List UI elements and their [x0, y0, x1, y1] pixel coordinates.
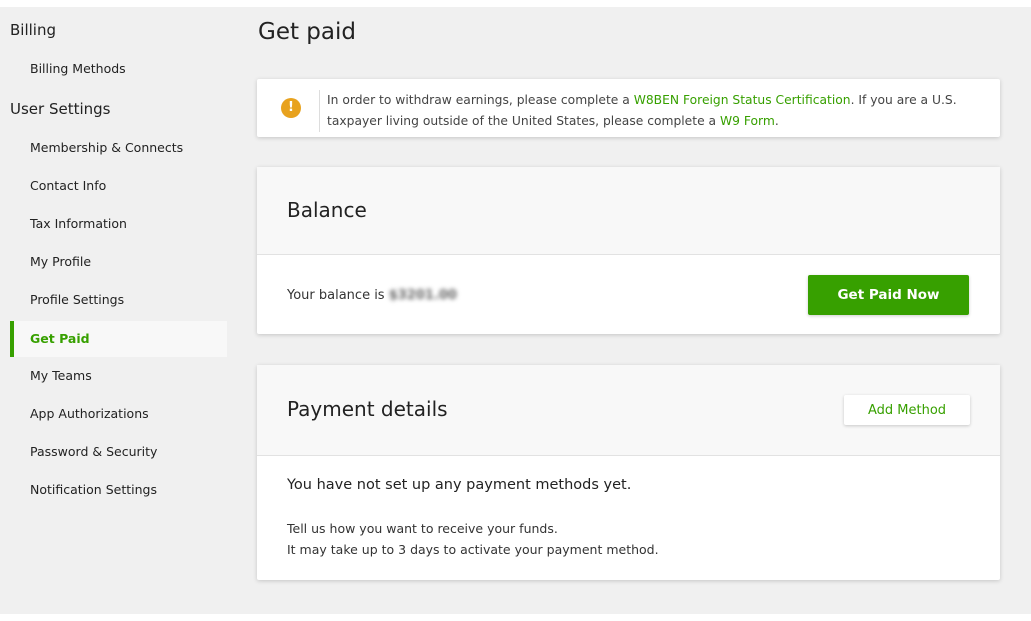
- balance-title: Balance: [287, 198, 367, 222]
- sidebar-heading-user-settings: User Settings: [10, 100, 111, 118]
- warning-icon: !: [281, 98, 301, 118]
- alert-divider: [319, 90, 320, 132]
- sidebar-item-get-paid[interactable]: Get Paid: [10, 321, 227, 357]
- sidebar-item-notification-settings[interactable]: Notification Settings: [10, 472, 227, 508]
- sidebar-item-billing-methods[interactable]: Billing Methods: [10, 51, 227, 87]
- payment-details-title: Payment details: [287, 397, 448, 421]
- alert-message: In order to withdraw earnings, please co…: [327, 93, 957, 128]
- balance-value: $3201.00: [388, 288, 457, 303]
- sidebar-item-tax-information[interactable]: Tax Information: [10, 206, 227, 242]
- add-method-button[interactable]: Add Method: [844, 395, 970, 425]
- balance-card: Balance Your balance is $3201.00 Get Pai…: [257, 167, 1000, 334]
- sidebar-item-contact-info[interactable]: Contact Info: [10, 168, 227, 204]
- sidebar-item-my-teams[interactable]: My Teams: [10, 358, 227, 394]
- tax-form-alert: ! In order to withdraw earnings, please …: [257, 79, 1000, 137]
- page-title: Get paid: [258, 19, 356, 45]
- sidebar-item-membership[interactable]: Membership & Connects: [10, 130, 227, 166]
- balance-text: Your balance is $3201.00: [287, 288, 457, 303]
- page: Billing Billing Methods User Settings Me…: [0, 7, 1031, 614]
- sidebar-heading-billing: Billing: [10, 21, 56, 39]
- sidebar-item-profile-settings[interactable]: Profile Settings: [10, 282, 227, 318]
- payment-info-line-1: Tell us how you want to receive your fun…: [287, 521, 558, 536]
- w9-form-link[interactable]: W9 Form: [720, 114, 775, 128]
- sidebar-item-password-security[interactable]: Password & Security: [10, 434, 227, 470]
- payment-info-line-2: It may take up to 3 days to activate you…: [287, 542, 659, 557]
- payment-details-card: Payment details Add Method You have not …: [257, 365, 1000, 580]
- balance-card-header: Balance: [257, 167, 1000, 255]
- sidebar-item-my-profile[interactable]: My Profile: [10, 244, 227, 280]
- w8ben-link[interactable]: W8BEN Foreign Status Certification: [634, 93, 851, 107]
- get-paid-now-button[interactable]: Get Paid Now: [808, 275, 969, 315]
- no-payment-methods-heading: You have not set up any payment methods …: [287, 477, 632, 493]
- sidebar-item-app-authorizations[interactable]: App Authorizations: [10, 396, 227, 432]
- payment-card-header: Payment details Add Method: [257, 365, 1000, 456]
